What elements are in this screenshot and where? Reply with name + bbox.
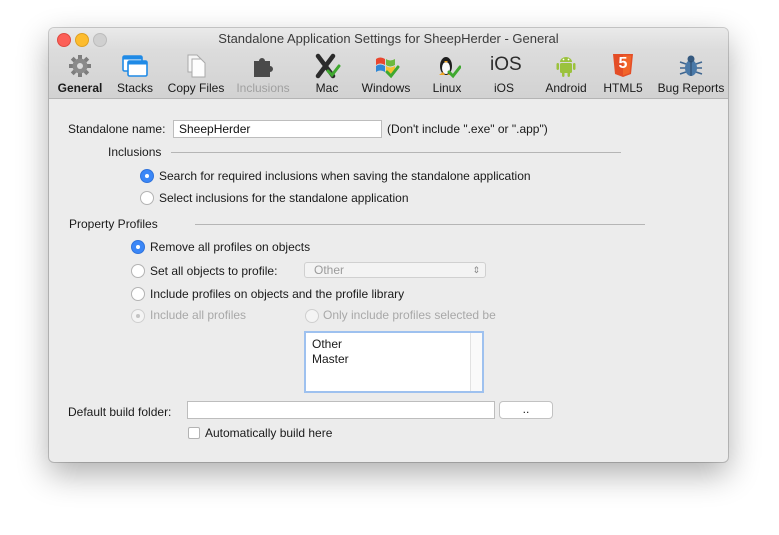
tab-label: Bug Reports (657, 81, 725, 95)
profiles-set-all-radio[interactable] (131, 264, 145, 278)
auto-build-checkbox[interactable] (188, 427, 200, 439)
profiles-include-library-label[interactable]: Include profiles on objects and the prof… (150, 287, 404, 301)
list-item[interactable]: Other (312, 337, 342, 351)
tab-mac[interactable]: Mac (306, 51, 348, 97)
bug-icon (679, 55, 703, 76)
profiles-set-all-label[interactable]: Set all objects to profile: (150, 264, 277, 278)
inclusions-search-label[interactable]: Search for required inclusions when savi… (159, 169, 531, 183)
html5-icon-number: 5 (618, 55, 628, 72)
profiles-include-all-label: Include all profiles (150, 308, 247, 322)
profiles-only-selected-radio[interactable] (305, 309, 319, 323)
standalone-name-hint: (Don't include ".exe" or ".app") (387, 122, 548, 136)
tab-label: HTML5 (603, 81, 643, 95)
build-folder-label: Default build folder: (68, 405, 172, 419)
android-icon (556, 57, 576, 77)
tab-label: Android (545, 81, 587, 95)
profiles-remove-radio[interactable] (131, 240, 145, 254)
standalone-name-label: Standalone name: (68, 122, 166, 136)
profiles-include-all-radio[interactable] (131, 309, 145, 323)
settings-toolbar: General Stacks Copy Files Inclusions Mac… (49, 50, 728, 99)
tab-general[interactable]: General (52, 51, 108, 97)
profiles-heading: Property Profiles (69, 217, 158, 231)
inclusions-select-label[interactable]: Select inclusions for the standalone app… (159, 191, 409, 205)
copy-files-icon (187, 54, 206, 78)
gear-icon (69, 55, 91, 77)
profiles-separator (195, 224, 645, 225)
puzzle-icon (254, 58, 273, 77)
window-title: Standalone Application Settings for Shee… (218, 31, 559, 46)
tab-label: General (57, 81, 103, 95)
profile-select[interactable]: Other ⇕ (304, 262, 486, 278)
inclusions-heading: Inclusions (108, 145, 162, 159)
tab-label: Mac (315, 81, 339, 95)
ios-text-icon: iOS (490, 54, 522, 75)
tab-label: iOS (493, 81, 514, 95)
html5-icon: 5 (612, 53, 634, 79)
tab-android[interactable]: Android (541, 51, 591, 97)
linux-penguin-icon (439, 57, 461, 79)
title-bar: Standalone Application Settings for Shee… (49, 28, 728, 50)
tab-label: Copy Files (167, 81, 225, 95)
tab-copy-files[interactable]: Copy Files (164, 51, 228, 97)
stacks-icon (122, 55, 148, 77)
tab-linux[interactable]: Linux (425, 51, 469, 97)
browse-folder-button[interactable]: .. (499, 401, 553, 419)
list-item[interactable]: Master (312, 352, 349, 366)
mac-x-icon (315, 53, 341, 79)
tab-html5[interactable]: 5 HTML5 (600, 51, 646, 97)
tab-bug-reports[interactable]: Bug Reports (655, 51, 727, 97)
inclusions-separator (171, 152, 621, 153)
standalone-name-input[interactable]: SheepHerder (173, 120, 382, 138)
inclusions-select-radio[interactable] (140, 191, 154, 205)
tab-label: Linux (432, 81, 462, 95)
profiles-only-selected-label: Only include profiles selected be (323, 308, 496, 322)
tab-label: Windows (361, 81, 411, 95)
inclusions-search-radio[interactable] (140, 169, 154, 183)
windows-flag-icon (376, 57, 400, 79)
tab-inclusions[interactable]: Inclusions (232, 51, 294, 97)
tab-ios[interactable]: iOS iOS (486, 51, 522, 97)
chevron-updown-icon: ⇕ (472, 265, 480, 275)
list-scrollbar[interactable] (470, 333, 482, 391)
profile-select-value: Other (314, 263, 345, 277)
profiles-include-library-radio[interactable] (131, 287, 145, 301)
tab-stacks[interactable]: Stacks (112, 51, 158, 97)
profile-list[interactable]: Other Master (304, 331, 484, 393)
tab-label: Inclusions (236, 81, 290, 95)
profiles-remove-label[interactable]: Remove all profiles on objects (150, 240, 310, 254)
auto-build-label[interactable]: Automatically build here (205, 426, 332, 440)
build-folder-input[interactable] (187, 401, 495, 419)
general-pane: Standalone name: SheepHerder (Don't incl… (49, 99, 728, 462)
settings-window: Standalone Application Settings for Shee… (49, 28, 728, 462)
tab-label: Stacks (116, 81, 153, 95)
tab-windows[interactable]: Windows (358, 51, 414, 97)
